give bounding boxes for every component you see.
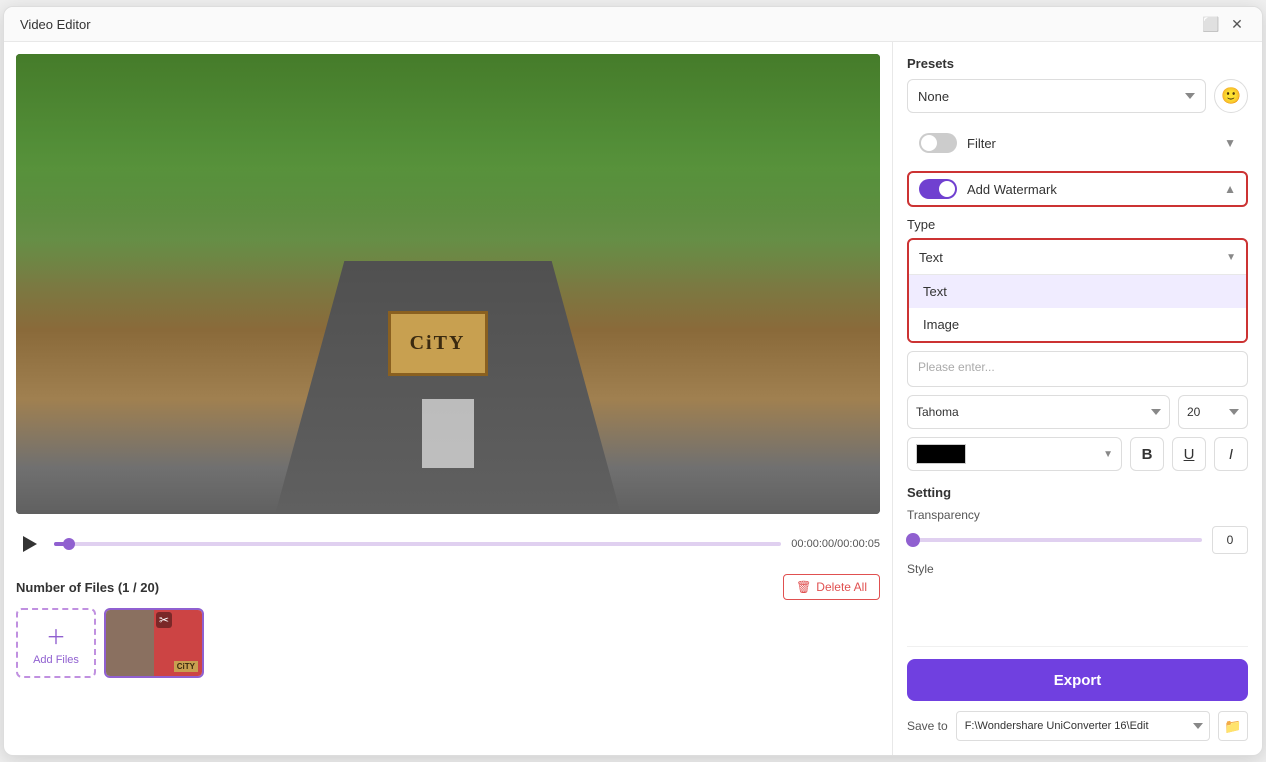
delete-all-label: Delete All: [816, 580, 867, 594]
city-text: CiTY: [174, 661, 198, 672]
type-dropdown-selected[interactable]: Text ▼: [909, 240, 1246, 274]
bold-button[interactable]: B: [1130, 437, 1164, 471]
type-label: Type: [907, 217, 1248, 232]
time-display: 00:00:00/00:00:05: [791, 538, 880, 550]
transparency-row: 0: [907, 526, 1248, 554]
right-panel: Presets None 🙂 Filter ▼ Add Wa: [892, 42, 1262, 755]
progress-track[interactable]: [54, 542, 781, 546]
content-area: CiTY 00:00:00/00:00:05 Number of Files (…: [4, 42, 1262, 755]
color-picker-button[interactable]: ▼: [907, 437, 1122, 471]
filter-toggle-knob: [921, 135, 937, 151]
filter-label: Filter: [967, 136, 996, 151]
left-panel: CiTY 00:00:00/00:00:05 Number of Files (…: [4, 42, 892, 755]
filter-toggle[interactable]: [919, 133, 957, 153]
style-row: ▼ B U I: [907, 437, 1248, 471]
video-preview: CiTY: [16, 54, 880, 514]
playback-bar: 00:00:00/00:00:05: [16, 524, 880, 564]
font-size-select[interactable]: 20: [1178, 395, 1248, 429]
play-icon: [23, 536, 37, 552]
trash-icon: 🗑: [796, 580, 811, 594]
filter-chevron-icon: ▼: [1224, 136, 1236, 150]
presets-row: None 🙂: [907, 79, 1248, 113]
italic-button[interactable]: I: [1214, 437, 1248, 471]
transparency-value: 0: [1212, 526, 1248, 554]
file-strip: Number of Files (1 / 20) 🗑 Delete All ＋ …: [16, 574, 880, 678]
scissors-icon: ✂: [156, 612, 172, 628]
presets-select[interactable]: None: [907, 79, 1206, 113]
video-scene: CiTY: [16, 54, 880, 514]
type-dropdown-options: Text Image: [909, 274, 1246, 341]
color-chevron-icon: ▼: [1103, 449, 1113, 460]
road-line: [422, 399, 474, 468]
type-chevron-icon: ▼: [1226, 252, 1236, 263]
type-selected-value: Text: [919, 250, 943, 265]
text-input-area[interactable]: Please enter...: [907, 351, 1248, 387]
underline-button[interactable]: U: [1172, 437, 1206, 471]
color-swatch: [916, 444, 966, 464]
play-button[interactable]: [16, 530, 44, 558]
transparency-slider[interactable]: [907, 538, 1202, 542]
watermark-toggle-knob: [939, 181, 955, 197]
window-title: Video Editor: [20, 17, 91, 32]
transparency-label: Transparency: [907, 508, 1248, 522]
style-sublabel: Style: [907, 562, 1248, 576]
thumbnail-item[interactable]: ✂ CiTY: [104, 608, 204, 678]
export-button[interactable]: Export: [907, 659, 1248, 701]
folder-icon: 📁: [1224, 718, 1241, 735]
slider-thumb: [906, 533, 920, 547]
road: [275, 261, 621, 514]
close-button[interactable]: ✕: [1228, 15, 1246, 33]
tree-layer: [16, 54, 880, 284]
watermark-chevron-icon: ▲: [1224, 182, 1236, 196]
file-thumbnails: ＋ Add Files ✂ CiTY: [16, 608, 880, 678]
watermark-row: Add Watermark ▲: [907, 171, 1248, 207]
maximize-button[interactable]: ⬜: [1202, 15, 1220, 33]
font-family-select[interactable]: Tahoma: [907, 395, 1170, 429]
progress-thumb: [63, 538, 75, 550]
save-path-select[interactable]: F:\Wondershare UniConverter 16\Edit: [956, 711, 1210, 741]
save-to-label: Save to: [907, 719, 948, 733]
watermark-label: Add Watermark: [967, 182, 1057, 197]
type-dropdown-container: Text ▼ Text Image: [907, 238, 1248, 343]
watermark-toggle[interactable]: [919, 179, 957, 199]
filter-row: Filter ▼: [907, 125, 1248, 161]
add-files-label: Add Files: [33, 654, 79, 666]
add-files-button[interactable]: ＋ Add Files: [16, 608, 96, 678]
thumb-inner: ✂ CiTY: [106, 610, 202, 676]
type-option-text[interactable]: Text: [909, 275, 1246, 308]
delete-all-button[interactable]: 🗑 Delete All: [783, 574, 880, 600]
title-bar: Video Editor ⬜ ✕: [4, 7, 1262, 42]
thumb-half-right: ✂ CiTY: [154, 610, 202, 676]
file-strip-header: Number of Files (1 / 20) 🗑 Delete All: [16, 574, 880, 600]
type-option-image[interactable]: Image: [909, 308, 1246, 341]
folder-button[interactable]: 📁: [1218, 711, 1248, 741]
save-to-row: Save to F:\Wondershare UniConverter 16\E…: [907, 711, 1248, 741]
export-section: Export Save to F:\Wondershare UniConvert…: [907, 646, 1248, 741]
font-row: Tahoma 20: [907, 395, 1248, 429]
emoji-button[interactable]: 🙂: [1214, 79, 1248, 113]
video-editor-window: Video Editor ⬜ ✕ CiTY: [3, 6, 1263, 756]
title-bar-controls: ⬜ ✕: [1202, 15, 1246, 33]
thumb-half-left: [106, 610, 154, 676]
setting-label: Setting: [907, 485, 1248, 500]
presets-label: Presets: [907, 56, 1248, 71]
city-sign: CiTY: [388, 311, 488, 376]
file-count-label: Number of Files (1 / 20): [16, 580, 159, 595]
add-plus-icon: ＋: [46, 621, 66, 650]
